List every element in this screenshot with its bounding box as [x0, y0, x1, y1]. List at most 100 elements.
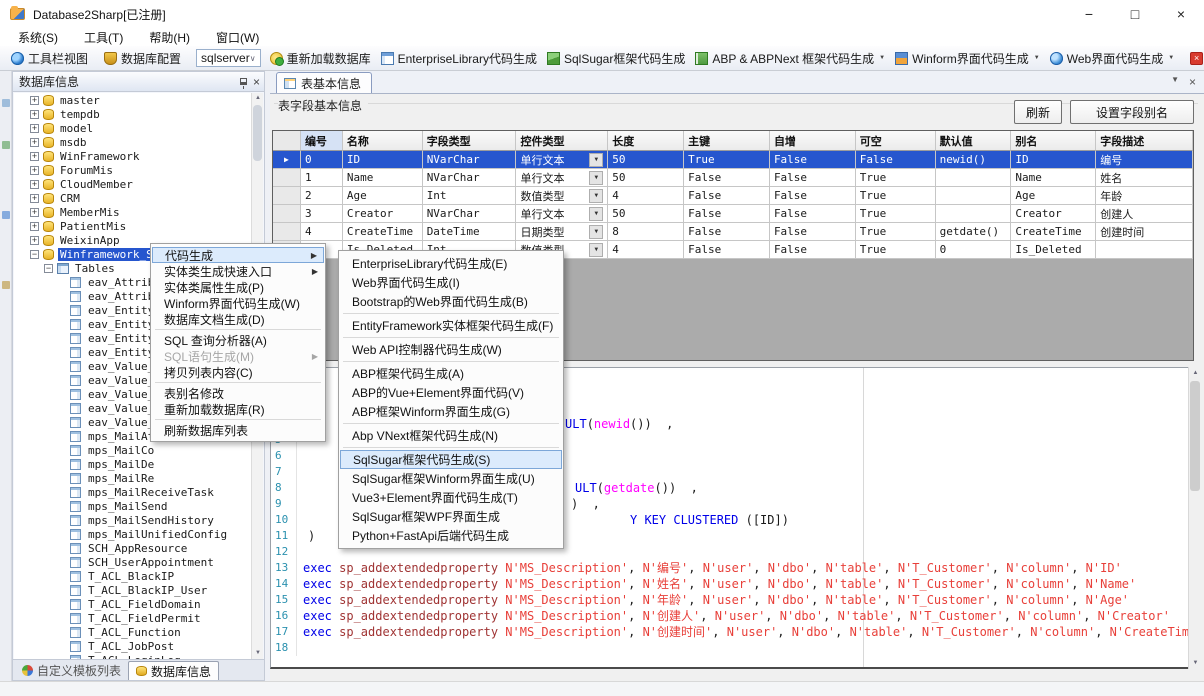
dock-strip[interactable]	[0, 71, 12, 681]
context-menu-item-拷贝列表内容(C)[interactable]: 拷贝列表内容(C)	[152, 364, 324, 380]
grid-row-2[interactable]: 2AgeInt数值类型▼4FalseFalseTrueAge年龄	[273, 187, 1193, 205]
grid-cell[interactable]: 0	[936, 241, 1012, 259]
expand-icon[interactable]: +	[30, 110, 39, 119]
combo-dropdown-icon[interactable]: ▼	[589, 153, 603, 167]
toolbar-button-sqlsugar-codegen[interactable]: SqlSugar框架代码生成	[542, 48, 690, 69]
grid-column-header-可空[interactable]: 可空	[856, 131, 936, 151]
grid-cell[interactable]	[936, 205, 1012, 223]
submenu-item-Python+FastApi后端代码生成[interactable]: Python+FastApi后端代码生成	[340, 526, 562, 545]
row-selector-cell[interactable]	[273, 187, 301, 205]
grid-cell[interactable]: Name	[1011, 169, 1096, 187]
grid-column-header-长度[interactable]: 长度	[608, 131, 684, 151]
toolbar-button-web-ui-codegen[interactable]: Web界面代码生成▼	[1045, 48, 1179, 69]
toolbar-button-exit[interactable]: ×退出	[1185, 48, 1204, 69]
expand-icon[interactable]: +	[30, 236, 39, 245]
set-field-alias-button[interactable]: 设置字段别名	[1070, 100, 1194, 124]
grid-cell[interactable]: NVarChar	[423, 151, 517, 169]
row-selector-cell[interactable]	[273, 169, 301, 187]
submenu-item-Abp VNext框架代码生成(N)[interactable]: Abp VNext框架代码生成(N)	[340, 426, 562, 445]
grid-column-header-默认值[interactable]: 默认值	[936, 131, 1012, 151]
panel-close-icon[interactable]: ×	[253, 75, 260, 89]
context-menu-item-SQL 查询分析器(A)[interactable]: SQL 查询分析器(A)	[152, 332, 324, 348]
toolbar-button-reload-database[interactable]: 重新加载数据库	[265, 48, 376, 69]
row-selector-cell[interactable]	[273, 205, 301, 223]
control-type-combo[interactable]: 日期类型▼	[516, 223, 608, 241]
grid-cell[interactable]: 50	[608, 151, 684, 169]
grid-cell[interactable]: False	[770, 241, 856, 259]
refresh-button[interactable]: 刷新	[1014, 100, 1062, 124]
tree-node-WinFramework[interactable]: +WinFramework	[14, 149, 251, 163]
grid-cell[interactable]: False	[856, 151, 936, 169]
submenu-item-EntityFramework实体框架代码生成(F)[interactable]: EntityFramework实体框架代码生成(F)	[340, 316, 562, 335]
tree-node-T_ACL_FieldDomain[interactable]: T_ACL_FieldDomain	[14, 597, 251, 611]
toolbar-button-db-config[interactable]: 数据库配置	[99, 48, 186, 69]
grid-cell[interactable]: False	[770, 187, 856, 205]
context-menu-item-重新加载数据库(R)[interactable]: 重新加载数据库(R)	[152, 401, 324, 417]
grid-row-0[interactable]: ▶0IDNVarChar单行文本▼50TrueFalseFalsenewid()…	[273, 151, 1193, 169]
submenu-item-SqlSugar框架代码生成(S)[interactable]: SqlSugar框架代码生成(S)	[340, 450, 562, 469]
tree-node-mps_MailCo[interactable]: mps_MailCo	[14, 443, 251, 457]
tree-node-master[interactable]: +master	[14, 93, 251, 107]
grid-cell[interactable]: False	[770, 151, 856, 169]
grid-cell[interactable]: 4	[608, 187, 684, 205]
grid-cell[interactable]: NVarChar	[423, 205, 517, 223]
grid-cell[interactable]: False	[770, 205, 856, 223]
grid-row-4[interactable]: 4CreateTimeDateTime日期类型▼8FalseFalseTrueg…	[273, 223, 1193, 241]
control-type-combo[interactable]: 数值类型▼	[516, 187, 608, 205]
submenu-item-SqlSugar框架WPF界面生成[interactable]: SqlSugar框架WPF界面生成	[340, 507, 562, 526]
tree-node-mps_MailReceiveTask[interactable]: mps_MailReceiveTask	[14, 485, 251, 499]
grid-cell[interactable]: False	[684, 169, 770, 187]
combo-dropdown-icon[interactable]: ▼	[589, 171, 603, 185]
tab-list-dropdown-icon[interactable]: ▼	[1171, 75, 1179, 89]
tree-node-model[interactable]: +model	[14, 121, 251, 135]
scrollbar-thumb[interactable]	[1190, 381, 1200, 491]
submenu-item-Vue3+Element界面代码生成(T)[interactable]: Vue3+Element界面代码生成(T)	[340, 488, 562, 507]
grid-cell[interactable]: True	[856, 169, 936, 187]
grid-cell[interactable]: ID	[343, 151, 423, 169]
tree-node-mps_MailUnifiedConfig[interactable]: mps_MailUnifiedConfig	[14, 527, 251, 541]
grid-cell[interactable]: False	[684, 223, 770, 241]
grid-row-3[interactable]: 3CreatorNVarChar单行文本▼50FalseFalseTrueCre…	[273, 205, 1193, 223]
tree-node-T_ACL_JobPost[interactable]: T_ACL_JobPost	[14, 639, 251, 653]
grid-cell[interactable]: NVarChar	[423, 169, 517, 187]
tab-close-icon[interactable]: ×	[1189, 75, 1196, 89]
context-menu-item-实体类属性生成(P)[interactable]: 实体类属性生成(P)	[152, 279, 324, 295]
expand-icon[interactable]: +	[30, 166, 39, 175]
grid-cell[interactable]: 8	[608, 223, 684, 241]
grid-cell[interactable]: Age	[343, 187, 423, 205]
close-button[interactable]: ×	[1158, 0, 1204, 28]
toolbar-button-abp-abpnext-codegen[interactable]: ABP & ABPNext 框架代码生成▼	[690, 48, 890, 69]
maximize-button[interactable]: □	[1112, 0, 1158, 28]
grid-cell[interactable]: Age	[1011, 187, 1096, 205]
submenu-item-Web界面代码生成(I)[interactable]: Web界面代码生成(I)	[340, 273, 562, 292]
combo-dropdown-icon[interactable]: ▼	[589, 207, 603, 221]
grid-cell[interactable]: True	[684, 151, 770, 169]
control-type-combo[interactable]: 单行文本▼	[516, 205, 608, 223]
tree-node-mps_MailSend[interactable]: mps_MailSend	[14, 499, 251, 513]
menubar-item-0[interactable]: 系统(S)	[18, 29, 58, 46]
context-menu-item-Winform界面代码生成(W)[interactable]: Winform界面代码生成(W)	[152, 295, 324, 311]
grid-column-header-主键[interactable]: 主键	[684, 131, 770, 151]
tree-node-T_ACL_FieldPermit[interactable]: T_ACL_FieldPermit	[14, 611, 251, 625]
grid-cell[interactable]: 0	[301, 151, 343, 169]
grid-cell[interactable]	[936, 169, 1012, 187]
expand-icon[interactable]: +	[30, 222, 39, 231]
collapse-icon[interactable]: −	[44, 264, 53, 273]
grid-cell[interactable]: 4	[608, 241, 684, 259]
grid-cell[interactable]: 2	[301, 187, 343, 205]
tree-node-tempdb[interactable]: +tempdb	[14, 107, 251, 121]
grid-cell[interactable]: 年龄	[1096, 187, 1193, 205]
scroll-down-icon[interactable]: ▼	[252, 648, 264, 659]
combo-dropdown-icon[interactable]: ▼	[589, 189, 603, 203]
tab-table-basic-info[interactable]: 表基本信息	[276, 72, 372, 93]
submenu-item-EnterpriseLibrary代码生成(E)[interactable]: EnterpriseLibrary代码生成(E)	[340, 254, 562, 273]
expand-icon[interactable]: +	[30, 208, 39, 217]
grid-cell[interactable]: 创建时间	[1096, 223, 1193, 241]
grid-row-1[interactable]: 1NameNVarChar单行文本▼50FalseFalseTrueName姓名	[273, 169, 1193, 187]
expand-icon[interactable]: +	[30, 194, 39, 203]
scroll-down-icon[interactable]: ▼	[1189, 657, 1202, 669]
grid-cell[interactable]: 创建人	[1096, 205, 1193, 223]
tree-node-MemberMis[interactable]: +MemberMis	[14, 205, 251, 219]
grid-cell[interactable]: True	[856, 187, 936, 205]
tree-node-PatientMis[interactable]: +PatientMis	[14, 219, 251, 233]
